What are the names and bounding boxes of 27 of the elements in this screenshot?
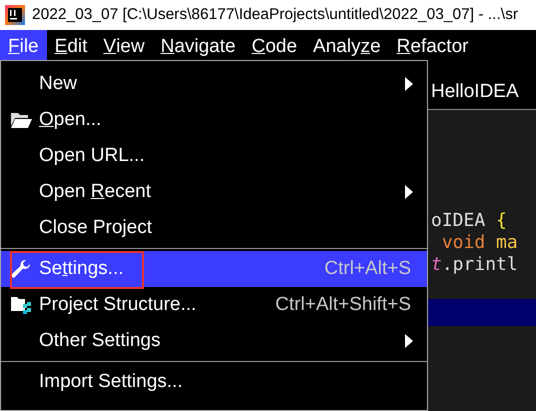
menu-entry[interactable]: Open Recent [1, 174, 427, 210]
code-line: void ma [440, 232, 519, 254]
menu-entry[interactable]: Other Settings [1, 323, 427, 359]
menu-entry[interactable]: Import Settings... [1, 364, 427, 400]
menu-item[interactable]: Code [244, 30, 306, 63]
menu-entry[interactable]: Close Project [1, 210, 427, 246]
menu-entry[interactable]: New [1, 66, 427, 102]
menu-entry[interactable]: Settings... Ctrl+Alt+S [1, 251, 427, 287]
menu-item[interactable]: Edit [46, 30, 96, 63]
menu-item[interactable]: Refactor [388, 30, 476, 63]
menu-entry[interactable]: Project Structure... Ctrl+Alt+Shift+S [1, 287, 427, 323]
wrench-icon [11, 259, 31, 279]
folder-icon [10, 111, 32, 129]
menu-item[interactable]: File [0, 30, 47, 63]
menu-item[interactable]: Navigate [152, 30, 244, 63]
project-structure-icon [10, 295, 32, 315]
menu-entry[interactable]: Open... [1, 102, 427, 138]
window-title: 2022_03_07 [C:\Users\86177\IdeaProjects\untitled\2022_03_07] - ...\sr [32, 6, 518, 24]
code-line: t.printl [431, 254, 519, 276]
menu-item[interactable]: Analyze [305, 30, 389, 63]
menu-item[interactable]: View [95, 30, 153, 63]
code-line: oIDEA { [431, 210, 508, 232]
app-logo-icon [4, 4, 26, 26]
editor-tab[interactable]: HelloIDEA [431, 81, 519, 103]
shortcut-label: Ctrl+Alt+Shift+S [275, 294, 411, 316]
shortcut-label: Ctrl+Alt+S [324, 258, 411, 280]
menu-entry[interactable]: Open URL... [1, 138, 427, 174]
